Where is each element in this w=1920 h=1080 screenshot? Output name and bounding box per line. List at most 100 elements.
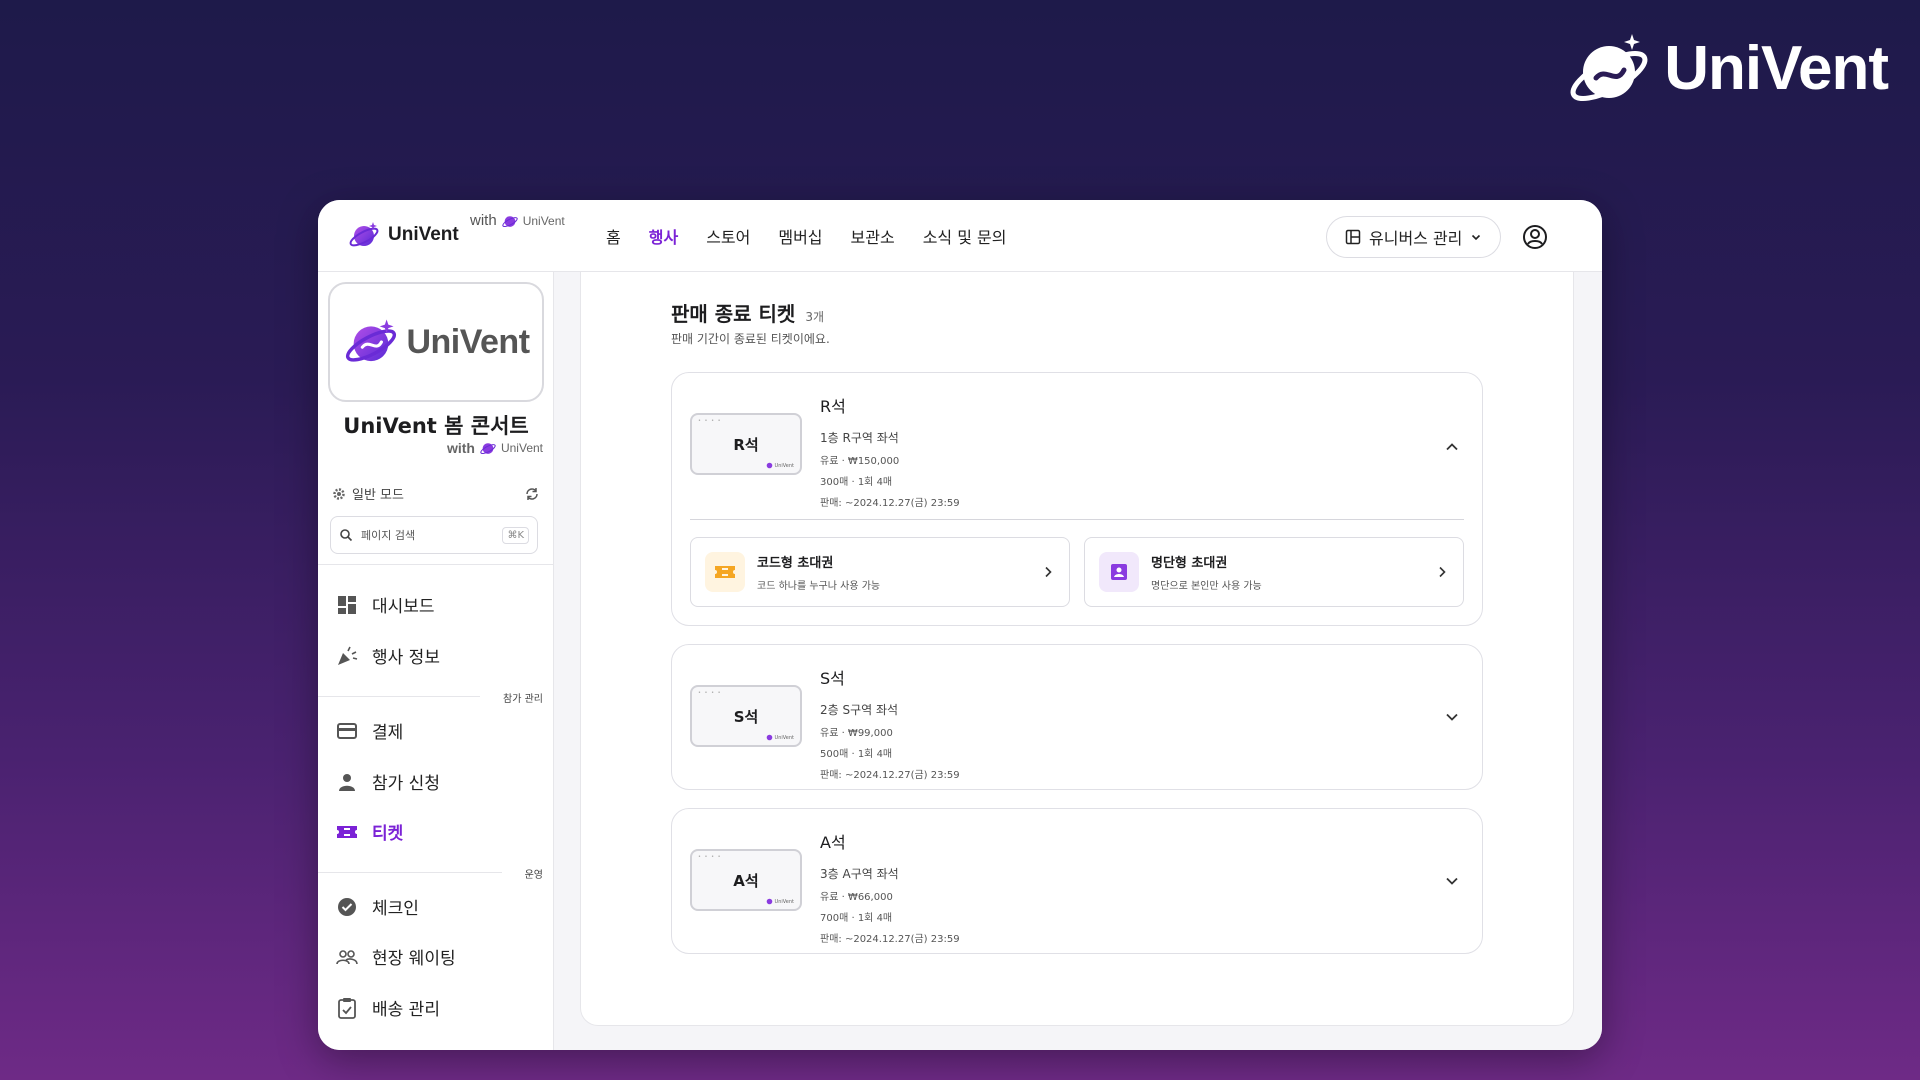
nav-home[interactable]: 홈 [606, 224, 621, 248]
ticket-description: 3층 A구역 좌석 [820, 867, 899, 881]
universe-manage-button[interactable]: 유니버스 관리 [1326, 216, 1502, 258]
invite-description: 코드 하나를 누구나 사용 가능 [757, 581, 881, 592]
mode-row: 일반 모드 [332, 484, 540, 503]
with-univent-badge: with UniVent [470, 212, 565, 229]
ticket-thumbnail: • • • • R석 UniVent [690, 413, 802, 475]
with-brand-text: UniVent [500, 441, 543, 455]
sidebar-item-registration[interactable]: 참가 신청 [336, 769, 440, 794]
sidebar-item-shipping[interactable]: 배송 관리 [336, 995, 440, 1020]
ticket-price: 유료 · ₩99,000 [820, 728, 893, 739]
universe-manage-label: 유니버스 관리 [1369, 229, 1463, 248]
univent-planet-icon [766, 898, 772, 905]
with-text: with [446, 440, 475, 456]
invite-text: 명단형 초대권 명단으로 본인만 사용 가능 [1151, 552, 1262, 592]
mode-selector[interactable]: 일반 모드 [332, 484, 404, 503]
event-logo-text: UniVent [406, 322, 530, 361]
thumb-brand: UniVent [766, 734, 794, 741]
sidebar-item-ticket[interactable]: 티켓 [336, 819, 403, 844]
univent-planet-icon [766, 734, 772, 741]
account-circle-icon[interactable] [1522, 224, 1548, 250]
thumb-dots: • • • • [698, 854, 722, 860]
app-window: UniVent with UniVent 홈 행사 스토어 멤버십 보관소 소식… [318, 200, 1602, 1050]
ticket-thumbnail-label: S석 [733, 707, 759, 726]
ticket-quantity: 300매 · 1회 4매 [820, 477, 893, 488]
event-with-badge: with UniVent [447, 440, 543, 456]
sidebar: UniVent UniVent 봄 콘서트 with UniVent 일반 모드 [318, 272, 554, 1050]
ticket-section-card: 판매 종료 티켓 3개 판매 기간이 종료된 티켓이에요. • • • • R석… [580, 272, 1574, 1026]
univent-planet-icon [1570, 34, 1648, 101]
page-search: ⌘K [330, 516, 538, 554]
top-navigation-bar: UniVent with UniVent 홈 행사 스토어 멤버십 보관소 소식… [318, 200, 1602, 272]
nav-archive[interactable]: 보관소 [851, 224, 895, 248]
chevron-down-icon[interactable] [1444, 709, 1460, 725]
ticket-card-a[interactable]: • • • • A석 UniVent A석 3층 A구역 좌석 유료 · ₩66… [671, 808, 1483, 954]
chevron-down-icon[interactable] [1444, 873, 1460, 889]
univent-planet-icon [346, 319, 397, 362]
ticket-card-s[interactable]: • • • • S석 UniVent S석 2층 S구역 좌석 유료 · ₩99… [671, 644, 1483, 790]
sidebar-item-payment[interactable]: 결제 [336, 718, 403, 743]
sidebar-item-dashboard[interactable]: 대시보드 [336, 592, 435, 617]
nav-store[interactable]: 스토어 [706, 224, 750, 248]
brand-corner: UniVent [1566, 30, 1889, 106]
layout-icon [1345, 229, 1361, 245]
univent-planet-icon [501, 215, 518, 227]
chevron-right-icon [1045, 566, 1052, 578]
code-invite-button[interactable]: 코드형 초대권 코드 하나를 누구나 사용 가능 [690, 537, 1070, 607]
ticket-divider [690, 519, 1464, 520]
clipboard-check-icon [336, 997, 358, 1019]
nav-news-contact[interactable]: 소식 및 문의 [923, 224, 1007, 248]
sidebar-item-label: 배송 관리 [372, 1000, 440, 1020]
sidebar-item-label: 티켓 [372, 824, 404, 844]
ticket-sale-period: 판매: ~2024.12.27(금) 23:59 [820, 498, 960, 509]
party-popper-icon [336, 645, 358, 667]
ticket-sale-period: 판매: ~2024.12.27(금) 23:59 [820, 934, 960, 945]
section-divider [318, 872, 502, 873]
person-icon [336, 771, 358, 793]
ticket-code-icon [705, 552, 745, 592]
ticket-thumbnail: • • • • S석 UniVent [690, 685, 802, 747]
ticket-thumbnail-label: A석 [733, 871, 759, 890]
search-input[interactable] [361, 528, 495, 542]
nav-membership[interactable]: 멤버십 [778, 224, 822, 248]
chevron-down-icon [1472, 234, 1481, 241]
sidebar-item-label: 행사 정보 [372, 648, 440, 668]
sidebar-item-waiting[interactable]: 현장 웨이팅 [336, 944, 456, 969]
invite-title: 코드형 초대권 [757, 556, 834, 571]
ticket-info: A석 3층 A구역 좌석 유료 · ₩66,000 700매 · 1회 4매 판… [820, 829, 960, 945]
section-count: 3개 [805, 310, 825, 324]
dashboard-icon [336, 594, 358, 616]
chevron-up-icon[interactable] [1444, 439, 1460, 455]
with-brand-text: UniVent [522, 213, 565, 228]
mode-label: 일반 모드 [352, 488, 404, 503]
gear-icon [333, 487, 345, 500]
section-title: 판매 종료 티켓 [671, 302, 796, 326]
section-subtitle: 판매 기간이 종료된 티켓이에요. [671, 332, 830, 346]
invite-description: 명단으로 본인만 사용 가능 [1151, 581, 1262, 592]
section-header: 판매 종료 티켓 3개 [671, 298, 824, 327]
brand-name: UniVent [1664, 33, 1889, 103]
nav-events[interactable]: 행사 [649, 224, 678, 248]
ticket-description: 2층 S구역 좌석 [820, 703, 899, 717]
sidebar-item-event-info[interactable]: 행사 정보 [336, 643, 440, 668]
thumb-brand: UniVent [766, 462, 794, 469]
univent-planet-icon [766, 462, 772, 469]
with-text: with [470, 212, 497, 229]
sidebar-item-label: 결제 [372, 723, 404, 743]
ticket-name: S석 [820, 669, 845, 688]
refresh-icon[interactable] [524, 486, 540, 502]
check-circle-icon [336, 896, 358, 918]
ticket-info: R석 1층 R구역 좌석 유료 · ₩150,000 300매 · 1회 4매 … [820, 393, 960, 509]
ticket-price: 유료 · ₩150,000 [820, 456, 900, 467]
main-content: 판매 종료 티켓 3개 판매 기간이 종료된 티켓이에요. • • • • R석… [554, 272, 1602, 1050]
main-nav: 홈 행사 스토어 멤버십 보관소 소식 및 문의 [606, 224, 1006, 248]
contact-list-icon [1099, 552, 1139, 592]
list-invite-button[interactable]: 명단형 초대권 명단으로 본인만 사용 가능 [1084, 537, 1464, 607]
thumb-dots: • • • • [698, 418, 722, 424]
sidebar-item-checkin[interactable]: 체크인 [336, 894, 419, 919]
app-logo[interactable]: UniVent [348, 220, 459, 250]
ticket-description: 1층 R구역 좌석 [820, 431, 899, 445]
sidebar-item-label: 참가 신청 [372, 774, 440, 794]
ticket-price: 유료 · ₩66,000 [820, 892, 893, 903]
ticket-info: S석 2층 S구역 좌석 유료 · ₩99,000 500매 · 1회 4매 판… [820, 665, 960, 781]
sidebar-item-label: 체크인 [372, 899, 419, 919]
